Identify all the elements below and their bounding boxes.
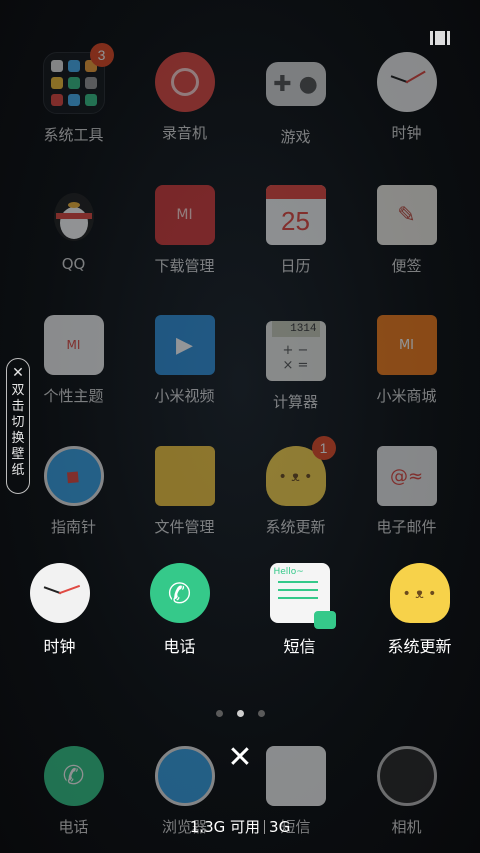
calendar-icon: 25 [265,185,326,245]
phone-icon: ✆ [149,563,210,623]
app-label: 指南针 [50,518,96,536]
clock-icon [29,563,90,623]
app-label: 时钟 [391,124,422,142]
phone-icon: ✆ [43,746,104,806]
app-label: 游戏 [280,128,311,146]
app-qq[interactable]: QQ [18,185,129,273]
sms-icon: Hello~ [269,563,336,629]
app-label: QQ [61,255,86,273]
compass-icon: ◆ [43,446,104,506]
app-label: 系统更新 [265,518,326,536]
notification-badge: 1 [311,436,336,460]
app-label: 便签 [391,257,422,275]
calculator-icon: 1314 + − × = [265,321,326,381]
memory-available: 1.3G 可用 [189,818,261,836]
app-label: 电话 [163,637,196,656]
page-dot[interactable] [215,710,223,717]
app-label: 下载管理 [154,257,215,275]
recorder-icon [154,52,215,112]
app-label: 时钟 [43,637,76,656]
app-themes[interactable]: MI 个性主题 [18,315,129,406]
app-system-update[interactable]: • ᴥ • 1 系统更新 [240,436,351,537]
app-label: 计算器 [272,393,318,411]
camera-icon [376,746,437,806]
app-label: 系统更新 [387,637,452,656]
app-clock-highlight[interactable]: 时钟 [4,563,115,657]
qq-penguin-icon [44,185,104,245]
app-label: 录音机 [161,124,207,142]
wallpaper-switch-text: 双击切换壁纸 [11,383,25,478]
calendar-date: 25 [281,206,310,236]
app-calendar[interactable]: 25 日历 [240,185,351,276]
memory-status: 1.3G 可用 3G [0,816,480,837]
page-dot-active[interactable] [236,710,244,717]
app-label: 系统工具 [43,126,104,144]
gamepad-icon: ✚ ● [265,62,326,106]
app-system-update-highlight[interactable]: • ᴥ • 系统更新 [364,563,475,657]
calculator-display: 1314 [271,321,320,337]
mail-icon: @≈ [376,446,437,506]
download-box-icon: MI [154,185,215,245]
notes-icon: ✎ [376,185,437,245]
memory-total: 3G [269,818,291,836]
wallpaper-switch-tab[interactable]: ✕ 双击切换壁纸 [6,358,30,494]
page-indicator [0,702,480,721]
app-label: 个性主题 [43,387,104,405]
app-label: 文件管理 [154,518,215,536]
clock-icon [376,52,437,112]
app-sms-highlight[interactable]: Hello~ 短信 [244,563,355,657]
app-label: 日历 [280,257,311,275]
notification-badge: 3 [89,43,114,67]
app-recorder[interactable]: 录音机 [129,52,240,143]
app-calculator[interactable]: 1314 + − × = 计算器 [240,315,351,412]
folder-icon [154,446,215,506]
app-label: 电子邮件 [376,518,437,536]
close-icon[interactable]: ✕ [7,365,29,381]
app-compass[interactable]: ◆ 指南针 [18,446,129,537]
page-dot[interactable] [257,710,265,717]
app-download-manager[interactable]: MI 下载管理 [129,185,240,276]
app-games[interactable]: ✚ ● 游戏 [240,52,351,147]
update-bear-icon: • ᴥ • 1 [265,436,336,506]
sms-icon [265,746,326,806]
video-clapper-icon: ▶ [154,315,215,375]
app-label: 短信 [283,637,316,656]
update-bear-icon: • ᴥ • [389,563,450,623]
app-clock[interactable]: 时钟 [351,52,462,143]
app-mi-store[interactable]: MI 小米商城 [351,315,462,406]
app-label: 小米商城 [376,387,437,405]
multitask-icon[interactable] [430,30,450,46]
clear-recents-button[interactable]: ✕ [227,743,253,773]
shopping-bag-icon: MI [376,315,437,375]
app-file-manager[interactable]: 文件管理 [129,446,240,537]
browser-icon [154,746,215,806]
app-system-tools[interactable]: 3 系统工具 [18,43,129,145]
home-screen: 3 系统工具 录音机 ✚ ● 游戏 时钟 QQ MI 下载管理 25 日历 ✎ … [0,0,480,853]
tools-folder-icon: 3 [42,43,114,114]
app-notes[interactable]: ✎ 便签 [351,185,462,276]
theme-shirt-icon: MI [43,315,104,375]
app-email[interactable]: @≈ 电子邮件 [351,446,462,537]
app-mi-video[interactable]: ▶ 小米视频 [129,315,240,406]
app-label: 小米视频 [154,387,215,405]
app-phone-highlight[interactable]: ✆ 电话 [124,563,235,657]
